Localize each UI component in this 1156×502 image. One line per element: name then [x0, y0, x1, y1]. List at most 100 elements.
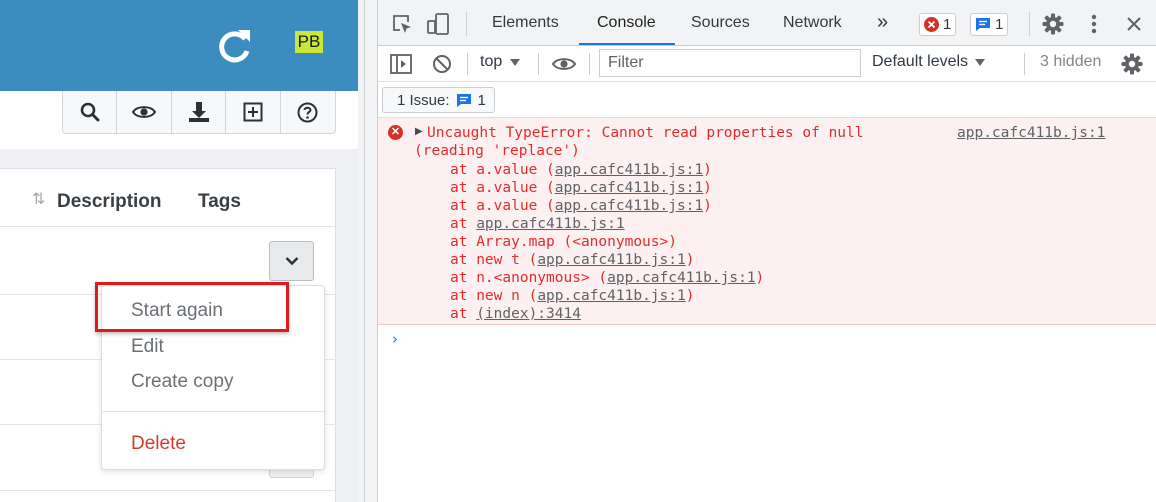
inspect-cursor-icon [393, 15, 411, 33]
issues-label: 1 Issue: [397, 91, 450, 109]
toolbar-separator [1029, 12, 1030, 36]
live-expression-button[interactable] [551, 53, 577, 75]
device-toolbar-button[interactable] [426, 12, 450, 36]
view-button[interactable] [117, 91, 172, 133]
app-pane: PB ⇅ Description Tags Start again Edit C… [0, 0, 358, 502]
toolbar-separator [1024, 53, 1025, 75]
stack-frame-text: at Array.map (<anonymous>) [450, 234, 677, 250]
issues-button[interactable]: 1 Issue: 1 [382, 87, 495, 113]
row-actions-dropdown-button[interactable] [269, 241, 314, 281]
clear-console-button[interactable] [431, 53, 453, 75]
add-button[interactable] [226, 91, 281, 133]
stack-frame-text: at a.value ( [450, 162, 555, 178]
stack-frame-text: at n.<anonymous> ( [450, 270, 608, 286]
log-levels-value: Default levels [872, 53, 969, 70]
tab-elements[interactable]: Elements [492, 14, 559, 32]
tab-network[interactable]: Network [783, 14, 842, 32]
help-icon [297, 102, 318, 122]
tab-sources[interactable]: Sources [691, 14, 750, 32]
stack-frame: at Array.map (<anonymous>) [450, 233, 764, 251]
menu-item-delete[interactable]: Delete [131, 433, 186, 455]
stack-frame-text: ) [755, 270, 765, 286]
table-header: ⇅ Description Tags [0, 169, 336, 227]
stack-frame-link[interactable]: app.cafc411b.js:1 [537, 252, 685, 268]
search-button[interactable] [63, 91, 118, 133]
sort-icon[interactable]: ⇅ [32, 189, 45, 209]
help-button[interactable] [281, 91, 335, 133]
stack-frame: at new n (app.cafc411b.js:1) [450, 287, 764, 305]
stack-frame-link[interactable]: app.cafc411b.js:1 [476, 216, 624, 232]
error-count-badge[interactable]: 1 [919, 13, 957, 36]
download-button[interactable] [172, 91, 227, 133]
settings-button[interactable] [1042, 13, 1064, 35]
column-header-description[interactable]: Description [57, 191, 162, 213]
toolbar-separator [466, 12, 467, 36]
issues-count: 1 [477, 91, 486, 109]
stack-frame-link[interactable]: app.cafc411b.js:1 [555, 162, 703, 178]
expand-triangle-icon[interactable]: ▶ [415, 126, 423, 137]
column-header-tags[interactable]: Tags [198, 191, 241, 213]
caret-down-icon [975, 58, 986, 66]
more-tabs-button[interactable]: » [877, 11, 888, 34]
stack-frame-link[interactable]: app.cafc411b.js:1 [555, 180, 703, 196]
splitter-grip[interactable] [364, 0, 365, 502]
log-levels-selector[interactable]: Default levels [872, 53, 986, 71]
stack-frame-text: ) [703, 198, 712, 214]
menu-divider [102, 411, 324, 412]
toggle-sidebar-button[interactable] [389, 53, 413, 75]
error-text-continued: (reading 'replace') [414, 143, 580, 159]
hidden-messages-count: 3 hidden [1040, 53, 1102, 70]
console-prompt-icon[interactable]: › [392, 330, 398, 348]
stack-frame-link[interactable]: app.cafc411b.js:1 [537, 288, 685, 304]
stack-frame-link[interactable]: app.cafc411b.js:1 [555, 198, 703, 214]
stack-frame-text: at new t ( [450, 252, 538, 268]
console-settings-button[interactable] [1121, 53, 1143, 75]
menu-item-edit[interactable]: Edit [131, 336, 164, 358]
message-icon [976, 18, 990, 31]
toolbar-separator [589, 53, 590, 75]
annotation-highlight-box [95, 282, 289, 332]
stack-frame-text: at a.value ( [450, 180, 555, 196]
console-toolbar: top Default levels 3 hidden [378, 46, 1156, 82]
stack-frame-text: ) [703, 162, 712, 178]
toolbar-separator [538, 53, 539, 75]
more-options-button[interactable] [1084, 13, 1104, 35]
active-tab-indicator [579, 43, 675, 45]
app-header: PB [0, 0, 358, 91]
menu-item-create-copy[interactable]: Create copy [131, 371, 233, 393]
stack-frame: at n.<anonymous> (app.cafc411b.js:1) [450, 269, 764, 287]
panel-splitter[interactable] [358, 0, 378, 502]
toolbar-separator [467, 53, 468, 75]
tab-console[interactable]: Console [597, 14, 656, 32]
issues-bar: 1 Issue: 1 [378, 82, 1156, 118]
toolbar [0, 91, 358, 149]
message-count-badge[interactable]: 1 [970, 13, 1009, 36]
stack-trace: at a.value (app.cafc411b.js:1) at a.value… [450, 161, 764, 323]
chevron-down-icon [285, 257, 298, 266]
stack-frame: at new t (app.cafc411b.js:1) [450, 251, 764, 269]
close-icon [1127, 17, 1141, 31]
close-devtools-button[interactable] [1124, 14, 1144, 34]
error-icon: ✕ [388, 125, 403, 140]
stack-frame-link[interactable]: (index):3414 [476, 306, 581, 322]
devtools-tab-bar: Elements Console Sources Network » 1 1 [378, 0, 1156, 46]
context-selector[interactable]: top [480, 53, 521, 71]
stack-frame-text: at a.value ( [450, 198, 555, 214]
console-error-message: ✕ ▶ Uncaught TypeError: Cannot read prop… [378, 118, 1156, 325]
error-source-link[interactable]: app.cafc411b.js:1 [957, 125, 1105, 141]
inspect-element-button[interactable] [390, 12, 414, 36]
search-icon [80, 102, 100, 122]
stack-frame-link[interactable]: app.cafc411b.js:1 [607, 270, 755, 286]
devtools-panel: Elements Console Sources Network » 1 1 t… [378, 0, 1156, 502]
toolbar-button-group [62, 91, 336, 134]
error-text: Uncaught TypeError: Cannot read properti… [427, 125, 864, 141]
context-value: top [480, 53, 503, 70]
avatar[interactable]: PB [295, 31, 323, 53]
refresh-icon[interactable] [212, 24, 256, 68]
stack-frame-text: ) [685, 252, 695, 268]
error-icon [924, 17, 939, 32]
eye-icon [552, 58, 576, 70]
stack-frame-text: at [450, 216, 477, 232]
filter-input[interactable] [599, 49, 861, 77]
stack-frame: at a.value (app.cafc411b.js:1) [450, 197, 764, 215]
